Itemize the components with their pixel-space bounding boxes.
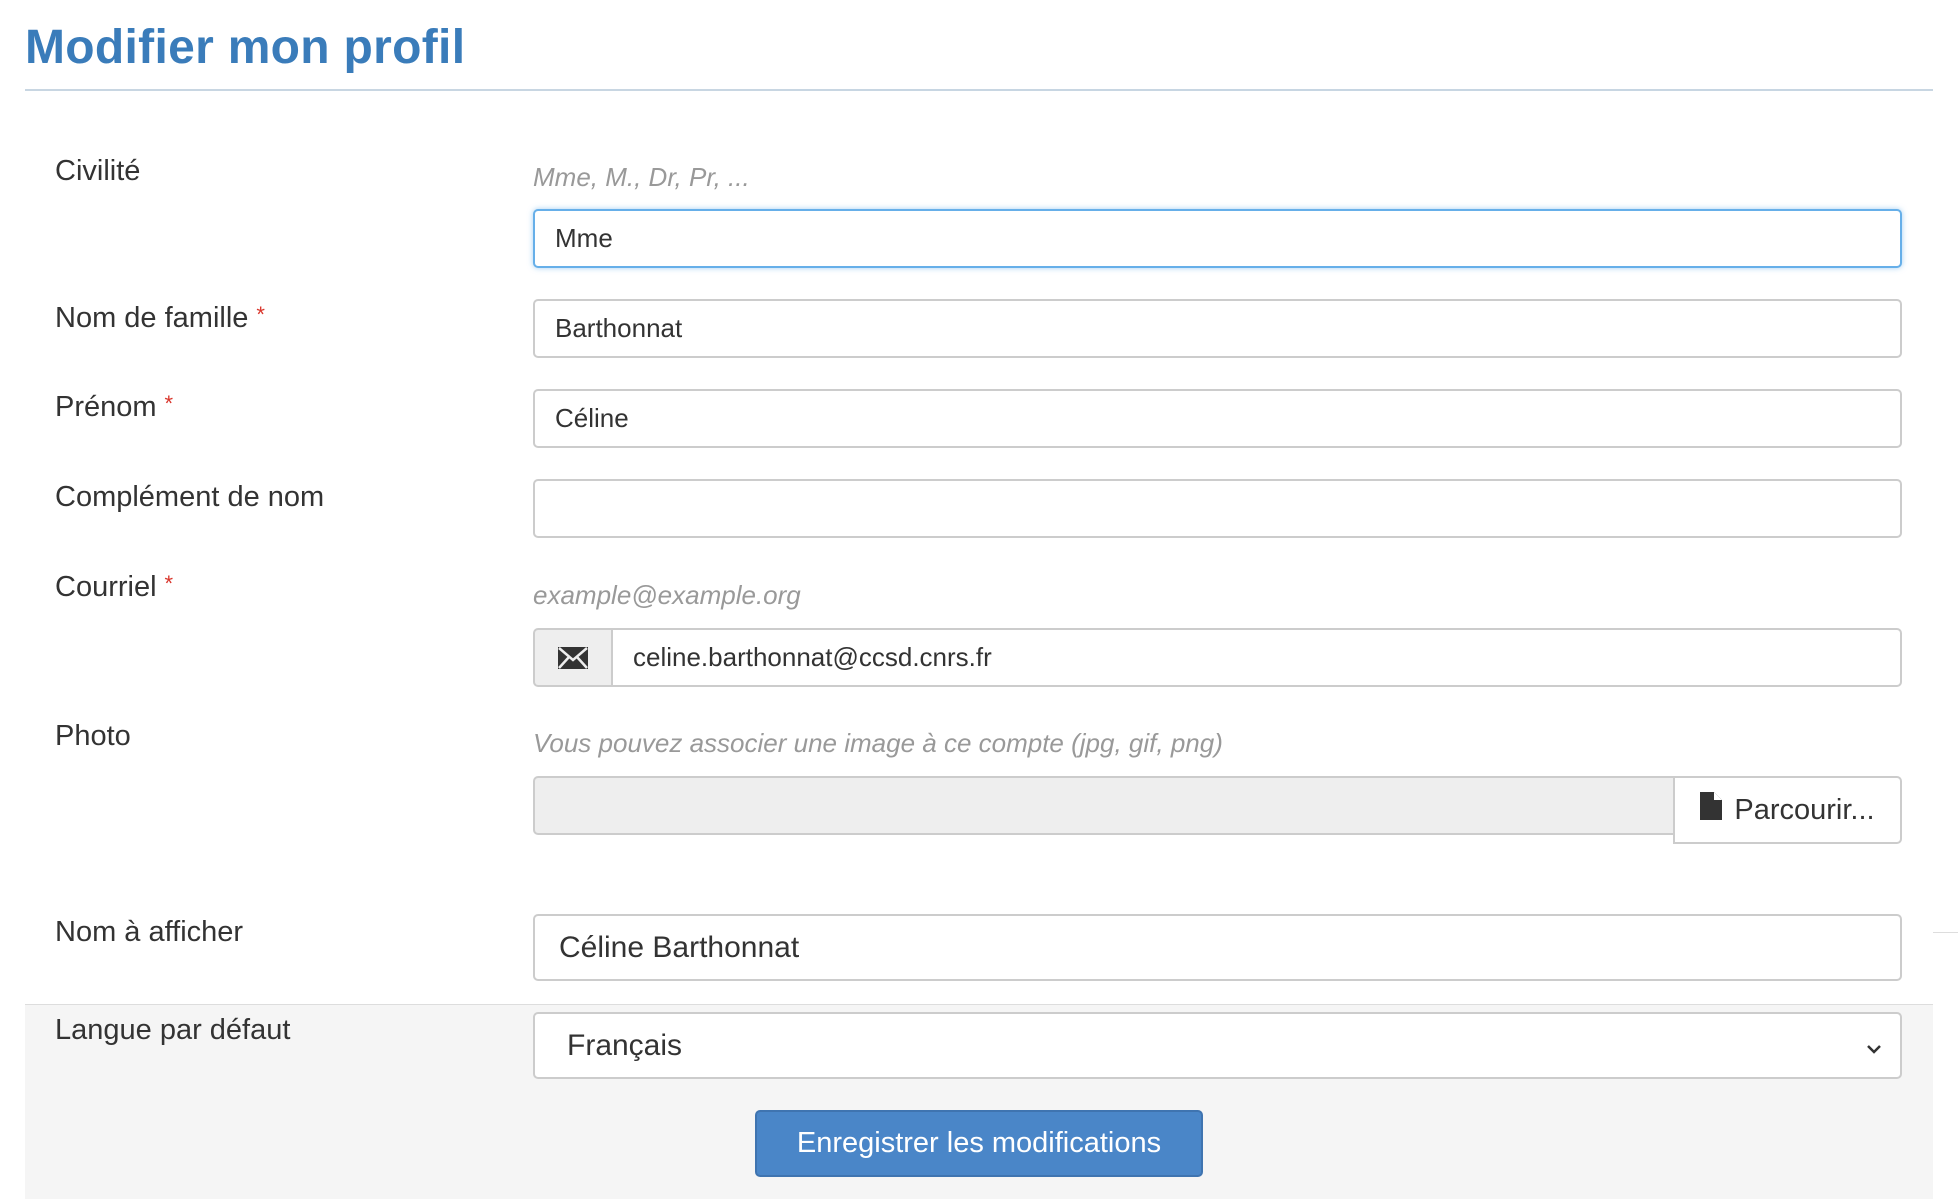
required-marker: *	[164, 571, 174, 596]
photo-file-group: Parcourir...	[533, 776, 1902, 844]
courriel-label: Courriel *	[55, 571, 174, 603]
prenom-label: Prénom *	[55, 391, 174, 423]
required-marker: *	[164, 391, 174, 416]
save-button[interactable]: Enregistrer les modifications	[755, 1110, 1203, 1177]
photo-hint: Vous pouvez associer une image à ce comp…	[533, 728, 1223, 758]
complement-label: Complément de nom	[55, 481, 325, 513]
courriel-hint: example@example.org	[533, 580, 801, 610]
title-divider	[25, 89, 1933, 91]
chevron-down-icon	[1866, 1029, 1882, 1063]
envelope-icon	[533, 628, 611, 687]
nom-input[interactable]	[533, 299, 1902, 358]
langue-select[interactable]: Français	[533, 1012, 1902, 1079]
browse-button[interactable]: Parcourir...	[1673, 776, 1902, 844]
courriel-input-group	[533, 628, 1902, 687]
nom-label: Nom de famille *	[55, 302, 265, 334]
page-title: Modifier mon profil	[25, 21, 466, 74]
photo-file-display[interactable]	[533, 776, 1675, 835]
civilite-label: Civilité	[55, 155, 141, 187]
courriel-input[interactable]	[611, 628, 1902, 687]
required-marker: *	[256, 302, 265, 327]
langue-selected-value: Français	[567, 1028, 683, 1062]
file-icon	[1700, 792, 1723, 828]
photo-label: Photo	[55, 720, 131, 752]
nom-affiche-label: Nom à afficher	[55, 916, 244, 948]
civilite-input[interactable]	[533, 209, 1902, 268]
nom-affiche-input[interactable]	[533, 914, 1902, 981]
browse-button-label: Parcourir...	[1734, 793, 1875, 826]
prenom-input[interactable]	[533, 389, 1902, 448]
side-divider	[1933, 932, 1958, 933]
langue-label: Langue par défaut	[55, 1014, 291, 1046]
complement-input[interactable]	[533, 479, 1902, 538]
civilite-hint: Mme, M., Dr, Pr, ...	[533, 162, 750, 192]
